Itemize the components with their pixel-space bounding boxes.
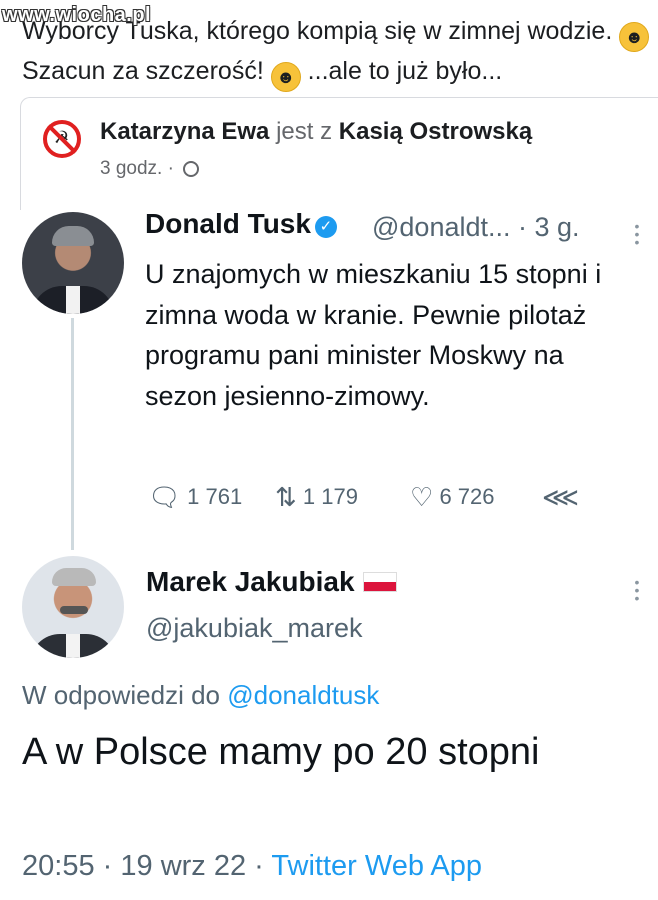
globe-icon [183, 161, 200, 177]
avatar-donald-tusk[interactable] [22, 212, 124, 314]
caption-line-2: Szacun za szczerość! ☻ ...ale to już był… [22, 52, 652, 92]
reply-action[interactable]: 🗨 1 761 [148, 482, 242, 513]
poland-flag-icon [362, 572, 397, 592]
tweet1-name[interactable]: Donald Tusk [145, 208, 311, 239]
author-link[interactable]: Katarzyna Ewa [100, 118, 269, 145]
tweet2-date[interactable]: 19 wrz 22 [120, 850, 246, 882]
shared-post-author-line: Katarzyna Ewa jest z Kasią Ostrowską [100, 118, 532, 146]
tweet2-handle[interactable]: @jakubiak_marek [146, 613, 363, 644]
retweet-icon: ⇅ [275, 482, 297, 512]
tweet2-timestamp: 20:55 · 19 wrz 22 · Twitter Web App [22, 850, 482, 883]
tweet2-author[interactable]: Marek Jakubiak [146, 566, 397, 598]
separator: · [254, 850, 264, 882]
reply-icon: 🗨 [148, 482, 182, 512]
caption-text-2b: ...ale to już było... [307, 57, 503, 85]
caption-text-2a: Szacun za szczerość! [22, 57, 264, 85]
with-label: jest z [276, 118, 333, 145]
tweet1-handle-time: @donaldt... · 3 g. [372, 212, 580, 243]
like-action[interactable]: ♡ 6 726 [410, 482, 495, 513]
tweet2-name[interactable]: Marek Jakubiak [146, 566, 355, 597]
share-icon: ⋘ [542, 482, 579, 512]
tweet1-text: U znajomych w mieszkaniu 15 stopni i zim… [145, 259, 602, 411]
laughing-emoji-icon: ☻ [270, 62, 301, 92]
post-meta: 3 godz. · [100, 158, 200, 180]
verified-badge-icon: ✓ [314, 216, 337, 238]
retweet-action[interactable]: ⇅ 1 179 [275, 482, 358, 513]
watermark-logo: www.wiocha.pl [2, 4, 152, 26]
thread-line [71, 318, 74, 550]
post-time[interactable]: 3 godz. [100, 158, 162, 179]
tweet1-more-icon[interactable]: • • • [633, 219, 641, 249]
separator: · [102, 850, 113, 882]
tweet1-handle[interactable]: @donaldt... [372, 212, 511, 242]
tweet2-text: A w Polsce mamy po 20 stopni [22, 731, 540, 773]
reply-prefix: W odpowiedzi do [22, 680, 220, 710]
tweet1-author[interactable]: Donald Tusk ✓ [145, 208, 337, 240]
reply-context: W odpowiedzi do @donaldtusk [22, 680, 379, 711]
avatar-marek-jakubiak[interactable] [22, 556, 124, 658]
share-action[interactable]: ⋘ [542, 482, 579, 513]
heart-icon: ♡ [410, 482, 434, 512]
tweet1-time[interactable]: · 3 g. [518, 212, 580, 242]
tweet2-more-icon[interactable]: • • • [633, 575, 641, 605]
reply-count: 1 761 [187, 484, 243, 509]
retweet-count: 1 179 [302, 484, 358, 509]
shared-post-card [20, 97, 658, 210]
separator: · [167, 158, 174, 179]
tweet2-time[interactable]: 20:55 [22, 850, 95, 882]
no-communism-avatar-icon[interactable]: ☭ [43, 120, 81, 158]
tagged-user-link[interactable]: Kasią Ostrowską [339, 118, 532, 145]
reply-mention-link[interactable]: @donaldtusk [227, 680, 379, 710]
tweet2-app-link[interactable]: Twitter Web App [271, 850, 482, 882]
like-count: 6 726 [439, 484, 495, 509]
laughing-emoji-icon: ☻ [619, 22, 650, 52]
